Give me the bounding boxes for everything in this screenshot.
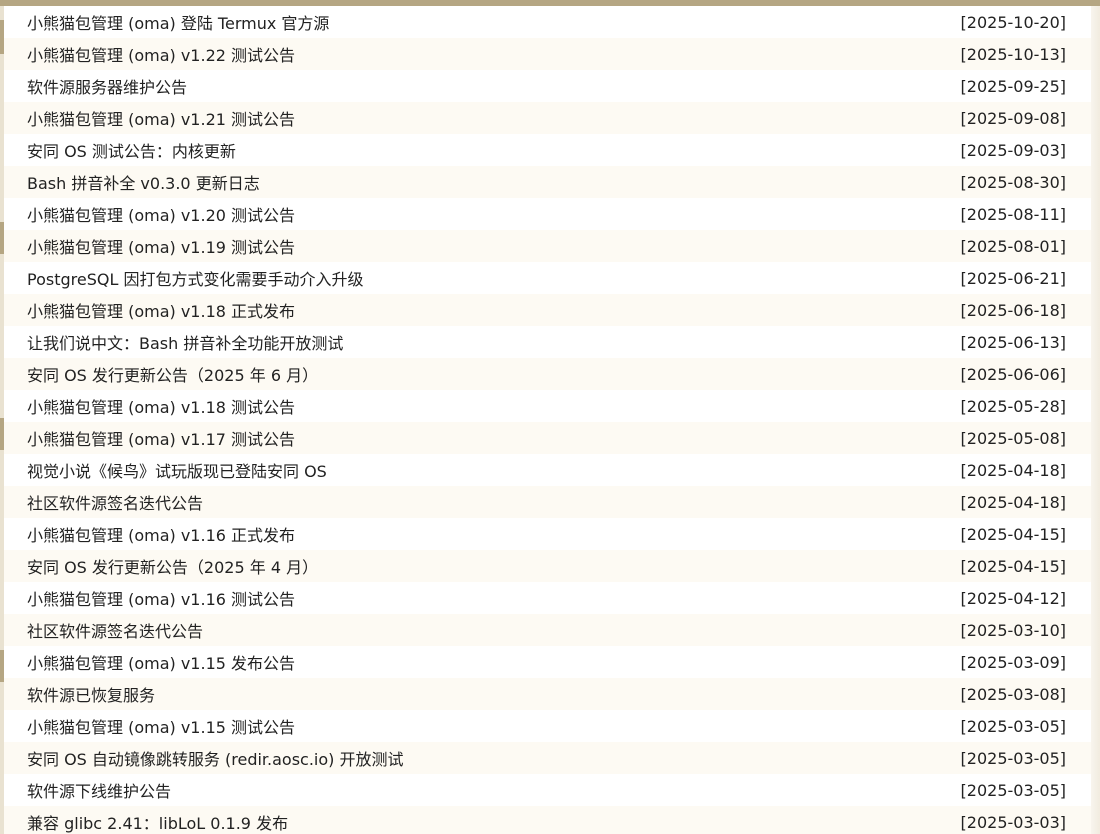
announcement-date: [2025-09-08] bbox=[960, 108, 1066, 128]
announcement-title-link[interactable]: 软件源下线维护公告 bbox=[27, 778, 171, 802]
announcement-date: [2025-04-15] bbox=[960, 556, 1066, 576]
announcement-date: [2025-10-20] bbox=[960, 12, 1066, 32]
announcement-date: [2025-03-10] bbox=[960, 620, 1066, 640]
announcement-row: 安同 OS 测试公告：内核更新 [2025-09-03] bbox=[4, 134, 1091, 166]
announcement-date: [2025-03-09] bbox=[960, 652, 1066, 672]
announcement-title-link[interactable]: 小熊猫包管理 (oma) v1.16 测试公告 bbox=[27, 586, 295, 610]
announcement-date: [2025-06-06] bbox=[960, 364, 1066, 384]
announcement-title-link[interactable]: 小熊猫包管理 (oma) v1.18 正式发布 bbox=[27, 298, 295, 322]
announcement-row: Bash 拼音补全 v0.3.0 更新日志 [2025-08-30] bbox=[4, 166, 1091, 198]
announcement-row: 软件源服务器维护公告 [2025-09-25] bbox=[4, 70, 1091, 102]
announcement-date: [2025-03-08] bbox=[960, 684, 1066, 704]
announcement-date: [2025-09-03] bbox=[960, 140, 1066, 160]
announcement-date: [2025-06-13] bbox=[960, 332, 1066, 352]
announcement-list: 小熊猫包管理 (oma) 登陆 Termux 官方源 [2025-10-20] 小熊… bbox=[4, 6, 1091, 834]
announcement-title-link[interactable]: 安同 OS 发行更新公告（2025 年 4 月） bbox=[27, 554, 318, 578]
announcement-row: PostgreSQL 因打包方式变化需要手动介入升级 [2025-06-21] bbox=[4, 262, 1091, 294]
announcement-row: 安同 OS 自动镜像跳转服务 (redir.aosc.io) 开放测试 [2025… bbox=[4, 742, 1091, 774]
announcement-row: 小熊猫包管理 (oma) 登陆 Termux 官方源 [2025-10-20] bbox=[4, 6, 1091, 38]
announcement-row: 小熊猫包管理 (oma) v1.18 测试公告 [2025-05-28] bbox=[4, 390, 1091, 422]
announcement-title-link[interactable]: 视觉小说《候鸟》试玩版现已登陆安同 OS bbox=[27, 458, 327, 482]
announcement-date: [2025-08-30] bbox=[960, 172, 1066, 192]
announcement-date: [2025-06-21] bbox=[960, 268, 1066, 288]
announcement-row: 小熊猫包管理 (oma) v1.15 发布公告 [2025-03-09] bbox=[4, 646, 1091, 678]
announcement-row: 小熊猫包管理 (oma) v1.21 测试公告 [2025-09-08] bbox=[4, 102, 1091, 134]
announcement-row: 小熊猫包管理 (oma) v1.18 正式发布 [2025-06-18] bbox=[4, 294, 1091, 326]
announcement-date: [2025-03-05] bbox=[960, 780, 1066, 800]
announcement-date: [2025-03-03] bbox=[960, 812, 1066, 832]
announcement-row: 小熊猫包管理 (oma) v1.17 测试公告 [2025-05-08] bbox=[4, 422, 1091, 454]
announcement-row: 小熊猫包管理 (oma) v1.22 测试公告 [2025-10-13] bbox=[4, 38, 1091, 70]
announcement-title-link[interactable]: 小熊猫包管理 (oma) v1.22 测试公告 bbox=[27, 42, 295, 66]
announcement-row: 小熊猫包管理 (oma) v1.20 测试公告 [2025-08-11] bbox=[4, 198, 1091, 230]
announcement-title-link[interactable]: 小熊猫包管理 (oma) v1.15 发布公告 bbox=[27, 650, 295, 674]
announcement-title-link[interactable]: 安同 OS 发行更新公告（2025 年 6 月） bbox=[27, 362, 318, 386]
announcement-date: [2025-09-25] bbox=[960, 76, 1066, 96]
announcement-title-link[interactable]: 软件源服务器维护公告 bbox=[27, 74, 187, 98]
announcement-row: 安同 OS 发行更新公告（2025 年 6 月） [2025-06-06] bbox=[4, 358, 1091, 390]
announcement-row: 小熊猫包管理 (oma) v1.16 测试公告 [2025-04-12] bbox=[4, 582, 1091, 614]
announcement-title-link[interactable]: 小熊猫包管理 (oma) v1.16 正式发布 bbox=[27, 522, 295, 546]
announcement-row: 软件源已恢复服务 [2025-03-08] bbox=[4, 678, 1091, 710]
announcement-date: [2025-08-11] bbox=[960, 204, 1066, 224]
announcement-date: [2025-08-01] bbox=[960, 236, 1066, 256]
announcement-date: [2025-04-12] bbox=[960, 588, 1066, 608]
announcement-date: [2025-03-05] bbox=[960, 716, 1066, 736]
announcement-row: 小熊猫包管理 (oma) v1.16 正式发布 [2025-04-15] bbox=[4, 518, 1091, 550]
announcement-row: 小熊猫包管理 (oma) v1.19 测试公告 [2025-08-01] bbox=[4, 230, 1091, 262]
announcement-row: 让我们说中文：Bash 拼音补全功能开放测试 [2025-06-13] bbox=[4, 326, 1091, 358]
right-page-edge bbox=[1091, 6, 1100, 834]
announcement-row: 软件源下线维护公告 [2025-03-05] bbox=[4, 774, 1091, 806]
announcement-title-link[interactable]: 小熊猫包管理 (oma) v1.15 测试公告 bbox=[27, 714, 295, 738]
announcement-row: 视觉小说《候鸟》试玩版现已登陆安同 OS [2025-04-18] bbox=[4, 454, 1091, 486]
announcement-row: 社区软件源签名迭代公告 [2025-03-10] bbox=[4, 614, 1091, 646]
announcement-title-link[interactable]: 小熊猫包管理 (oma) 登陆 Termux 官方源 bbox=[27, 10, 329, 34]
announcement-title-link[interactable]: 小熊猫包管理 (oma) v1.20 测试公告 bbox=[27, 202, 295, 226]
announcement-date: [2025-03-05] bbox=[960, 748, 1066, 768]
announcement-row: 社区软件源签名迭代公告 [2025-04-18] bbox=[4, 486, 1091, 518]
announcement-date: [2025-05-28] bbox=[960, 396, 1066, 416]
announcement-title-link[interactable]: 让我们说中文：Bash 拼音补全功能开放测试 bbox=[27, 330, 343, 354]
announcement-row: 安同 OS 发行更新公告（2025 年 4 月） [2025-04-15] bbox=[4, 550, 1091, 582]
announcement-title-link[interactable]: 社区软件源签名迭代公告 bbox=[27, 490, 203, 514]
announcement-date: [2025-05-08] bbox=[960, 428, 1066, 448]
announcement-title-link[interactable]: 安同 OS 自动镜像跳转服务 (redir.aosc.io) 开放测试 bbox=[27, 746, 404, 770]
announcement-date: [2025-04-18] bbox=[960, 460, 1066, 480]
announcement-title-link[interactable]: 小熊猫包管理 (oma) v1.18 测试公告 bbox=[27, 394, 295, 418]
announcement-date: [2025-04-15] bbox=[960, 524, 1066, 544]
announcement-title-link[interactable]: 小熊猫包管理 (oma) v1.19 测试公告 bbox=[27, 234, 295, 258]
announcement-title-link[interactable]: 小熊猫包管理 (oma) v1.17 测试公告 bbox=[27, 426, 295, 450]
announcement-row: 兼容 glibc 2.41：libLoL 0.1.9 发布 [2025-03-03… bbox=[4, 806, 1091, 834]
announcement-row: 小熊猫包管理 (oma) v1.15 测试公告 [2025-03-05] bbox=[4, 710, 1091, 742]
announcement-title-link[interactable]: PostgreSQL 因打包方式变化需要手动介入升级 bbox=[27, 266, 363, 290]
announcement-date: [2025-06-18] bbox=[960, 300, 1066, 320]
announcement-title-link[interactable]: 社区软件源签名迭代公告 bbox=[27, 618, 203, 642]
announcement-title-link[interactable]: Bash 拼音补全 v0.3.0 更新日志 bbox=[27, 170, 260, 194]
announcement-title-link[interactable]: 兼容 glibc 2.41：libLoL 0.1.9 发布 bbox=[27, 810, 288, 834]
announcement-date: [2025-04-18] bbox=[960, 492, 1066, 512]
announcement-title-link[interactable]: 安同 OS 测试公告：内核更新 bbox=[27, 138, 236, 162]
announcement-date: [2025-10-13] bbox=[960, 44, 1066, 64]
announcement-title-link[interactable]: 小熊猫包管理 (oma) v1.21 测试公告 bbox=[27, 106, 295, 130]
announcement-title-link[interactable]: 软件源已恢复服务 bbox=[27, 682, 155, 706]
